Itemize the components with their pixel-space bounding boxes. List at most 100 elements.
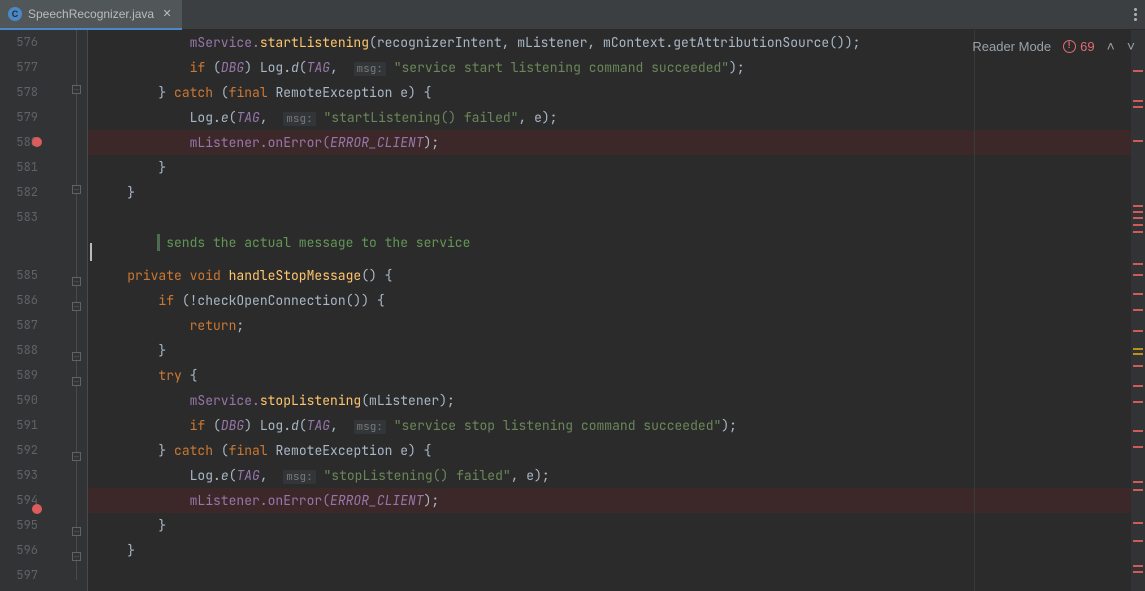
stripe-error-mark[interactable] [1133, 211, 1143, 213]
code-token: ( [205, 417, 221, 434]
code-token: catch [174, 84, 213, 101]
code-line[interactable]: } catch (final RemoteException e) { [88, 80, 1145, 105]
breakpoint-icon[interactable] [32, 137, 42, 147]
code-token: "service start listening command succeed… [386, 59, 729, 76]
code-token: ERROR_CLIENT [330, 134, 424, 151]
stripe-error-mark[interactable] [1133, 401, 1143, 403]
line-number: 579 [0, 105, 46, 130]
close-icon[interactable]: ✕ [160, 7, 174, 21]
code-token: } [158, 442, 174, 459]
code-token: "service stop listening command succeede… [386, 417, 721, 434]
code-token: ) Log. [244, 417, 291, 434]
code-token: ; [236, 317, 244, 334]
stripe-error-mark[interactable] [1133, 565, 1143, 567]
reader-mode-label[interactable]: Reader Mode [972, 39, 1051, 54]
stripe-error-mark[interactable] [1133, 446, 1143, 448]
line-number: 588 [0, 338, 46, 363]
fold-handle[interactable]: – [72, 185, 81, 194]
more-options-icon[interactable] [1134, 0, 1137, 29]
stripe-error-mark[interactable] [1133, 365, 1143, 367]
code-line[interactable]: if (!checkOpenConnection()) { [88, 288, 1145, 313]
fold-handle[interactable]: – [72, 552, 81, 561]
code-line[interactable] [88, 205, 1145, 230]
stripe-error-mark[interactable] [1133, 489, 1143, 491]
fold-handle[interactable]: – [72, 452, 81, 461]
stripe-error-mark[interactable] [1133, 263, 1143, 265]
stripe-error-mark[interactable] [1133, 571, 1143, 573]
line-number: 578 [0, 80, 46, 105]
code-line[interactable]: if (DBG) Log.d(TAG, msg: "service start … [88, 55, 1145, 80]
code-token: ( [299, 417, 307, 434]
stripe-error-mark[interactable] [1133, 330, 1143, 332]
code-line[interactable]: } catch (final RemoteException e) { [88, 438, 1145, 463]
stripe-error-mark[interactable] [1133, 522, 1143, 524]
code-token: private void [127, 267, 228, 284]
fold-handle[interactable]: – [72, 352, 81, 361]
code-token: startListening [260, 34, 369, 51]
code-line[interactable]: return; [88, 313, 1145, 338]
stripe-error-mark[interactable] [1133, 224, 1143, 226]
editor: 576577578579580581582583.585586587588589… [0, 30, 1145, 591]
code-token: "stopListening() failed" [316, 467, 511, 484]
line-number: 597 [0, 563, 46, 588]
error-stripe[interactable] [1131, 30, 1145, 591]
code-token: DBG [221, 59, 244, 76]
stripe-error-mark[interactable] [1133, 100, 1143, 102]
fold-handle[interactable]: – [72, 277, 81, 286]
stripe-error-mark[interactable] [1133, 205, 1143, 207]
code-token: mService. [190, 34, 260, 51]
code-line[interactable]: } [88, 513, 1145, 538]
fold-handle[interactable]: – [72, 377, 81, 386]
stripe-warn-mark[interactable] [1133, 353, 1143, 355]
code-line[interactable]: if (DBG) Log.d(TAG, msg: "service stop l… [88, 413, 1145, 438]
code-token: ( [213, 84, 229, 101]
next-error-icon[interactable]: ˅ [1127, 38, 1135, 54]
error-count-badge[interactable]: 69 [1063, 39, 1094, 54]
code-line[interactable]: mService.stopListening(mListener); [88, 388, 1145, 413]
code-line[interactable]: private void handleStopMessage() { [88, 263, 1145, 288]
marks-gutter[interactable] [46, 30, 68, 591]
code-line[interactable]: sends the actual message to the service [88, 230, 1145, 255]
code-line[interactable]: mListener.onError(ERROR_CLIENT); [88, 488, 1145, 513]
stripe-error-mark[interactable] [1133, 231, 1143, 233]
stripe-error-mark[interactable] [1133, 140, 1143, 142]
fold-gutter[interactable]: – – – – – – – – – [68, 30, 88, 591]
code-area[interactable]: mService.startListening(recognizerIntent… [88, 30, 1145, 591]
stripe-error-mark[interactable] [1133, 309, 1143, 311]
fold-handle[interactable]: – [72, 527, 81, 536]
breakpoint-icon[interactable] [32, 504, 42, 514]
code-token: TAG [307, 417, 330, 434]
code-line[interactable]: Log.e(TAG, msg: "startListening() failed… [88, 105, 1145, 130]
code-token: Log. [190, 109, 221, 126]
tab-speechrecognizer[interactable]: C SpeechRecognizer.java ✕ [0, 0, 182, 30]
code-line[interactable]: Log.e(TAG, msg: "stopListening() failed"… [88, 463, 1145, 488]
code-line[interactable]: try { [88, 363, 1145, 388]
prev-error-icon[interactable]: ˄ [1107, 38, 1115, 54]
code-line[interactable]: } [88, 538, 1145, 563]
stripe-error-mark[interactable] [1133, 274, 1143, 276]
code-token: ); [721, 417, 737, 434]
stripe-error-mark[interactable] [1133, 481, 1143, 483]
error-count-value: 69 [1080, 39, 1094, 54]
code-line[interactable]: } [88, 155, 1145, 180]
code-token: ); [424, 134, 440, 151]
code-token: (recognizerIntent, mListener, mContext.g… [369, 34, 860, 51]
fold-handle[interactable]: – [72, 302, 81, 311]
code-token: e [221, 109, 229, 126]
stripe-warn-mark[interactable] [1133, 348, 1143, 350]
fold-handle[interactable]: – [72, 85, 81, 94]
code-token: DBG [221, 417, 244, 434]
stripe-error-mark[interactable] [1133, 106, 1143, 108]
stripe-error-mark[interactable] [1133, 385, 1143, 387]
stripe-error-mark[interactable] [1133, 70, 1143, 72]
code-line[interactable] [88, 563, 1145, 588]
code-token: Log. [190, 467, 221, 484]
code-line[interactable]: } [88, 338, 1145, 363]
code-line[interactable]: } [88, 180, 1145, 205]
stripe-error-mark[interactable] [1133, 430, 1143, 432]
stripe-error-mark[interactable] [1133, 217, 1143, 219]
code-token: ERROR_CLIENT [330, 492, 424, 509]
stripe-error-mark[interactable] [1133, 540, 1143, 542]
code-line[interactable]: mListener.onError(ERROR_CLIENT); [88, 130, 1145, 155]
stripe-error-mark[interactable] [1133, 293, 1143, 295]
